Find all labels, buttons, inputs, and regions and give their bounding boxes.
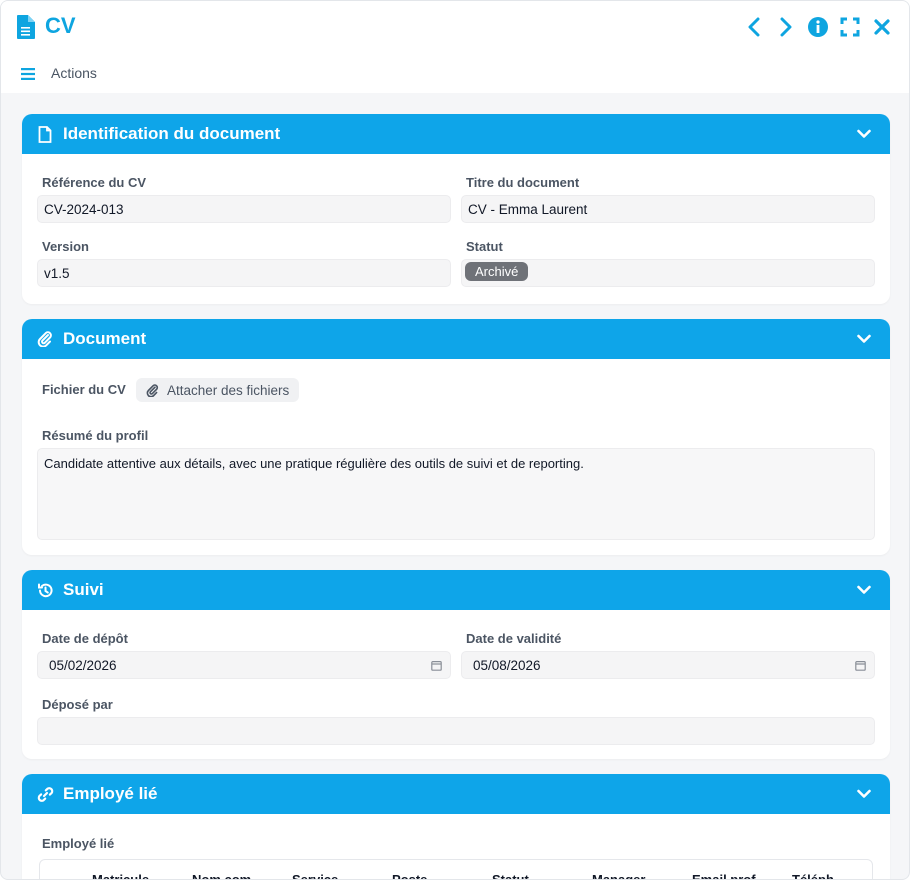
chevron-left-icon[interactable] xyxy=(743,16,765,38)
employee-field-label: Employé lié xyxy=(42,836,115,851)
chevron-down-icon[interactable] xyxy=(857,583,871,597)
version-value: v1.5 xyxy=(44,266,70,281)
document-panel: Document Fichier du CV Attacher des fich… xyxy=(22,319,890,555)
attach-files-label: Attacher des fichiers xyxy=(167,382,290,398)
window-controls xyxy=(743,16,893,38)
calendar-icon[interactable] xyxy=(855,659,866,671)
actions-menu[interactable]: Actions xyxy=(21,65,97,81)
history-icon xyxy=(36,581,54,599)
file-label: Fichier du CV xyxy=(42,382,126,397)
cv-window: CV Actions Identification du document Ré… xyxy=(0,0,910,880)
version-label: Version xyxy=(42,239,89,254)
employee-table: Matricule Nom com Service Poste Statut M… xyxy=(39,859,873,879)
column-header[interactable]: Email prof xyxy=(692,872,756,879)
file-icon xyxy=(36,125,54,143)
document-icon xyxy=(16,14,36,40)
status-badge: Archivé xyxy=(465,262,529,281)
attach-files-button[interactable]: Attacher des fichiers xyxy=(136,378,300,402)
summary-value: Candidate attentive aux détails, avec un… xyxy=(44,456,584,471)
validity-date-value: 05/08/2026 xyxy=(473,658,541,673)
suivi-header[interactable]: Suivi xyxy=(22,570,890,610)
employee-title: Employé lié xyxy=(63,784,158,803)
summary-textarea[interactable]: Candidate attentive aux détails, avec un… xyxy=(37,448,875,540)
employee-header[interactable]: Employé lié xyxy=(22,774,890,814)
deposit-date-field[interactable]: 05/02/2026 xyxy=(37,651,451,679)
title-label: Titre du document xyxy=(466,175,580,190)
chevron-down-icon[interactable] xyxy=(857,127,871,141)
table-header: Matricule Nom com Service Poste Statut M… xyxy=(40,872,872,879)
chevron-right-icon[interactable] xyxy=(775,16,797,38)
column-header[interactable]: Service xyxy=(292,872,338,879)
suivi-panel: Suivi Date de dépôt 05/02/2026 Date de v… xyxy=(22,570,890,759)
identification-panel: Identification du document Référence du … xyxy=(22,114,890,304)
hamburger-menu-icon[interactable] xyxy=(21,67,35,80)
column-header[interactable]: Poste xyxy=(392,872,427,879)
column-header[interactable]: Téléph xyxy=(792,872,834,879)
identification-header[interactable]: Identification du document xyxy=(22,114,890,154)
deposited-by-label: Déposé par xyxy=(42,697,113,712)
column-header[interactable]: Manager xyxy=(592,872,645,879)
status-field[interactable]: Archivé xyxy=(461,259,875,287)
info-icon[interactable] xyxy=(807,16,829,38)
title-bar: CV Actions xyxy=(1,1,909,93)
reference-field[interactable]: CV-2024-013 xyxy=(37,195,451,223)
summary-label: Résumé du profil xyxy=(42,428,149,443)
column-header[interactable]: Matricule xyxy=(92,872,149,879)
paperclip-icon xyxy=(146,383,159,397)
deposit-date-label: Date de dépôt xyxy=(42,631,128,646)
calendar-icon[interactable] xyxy=(431,659,442,671)
deposit-date-value: 05/02/2026 xyxy=(49,658,117,673)
chevron-down-icon[interactable] xyxy=(857,332,871,346)
reference-value: CV-2024-013 xyxy=(44,202,124,217)
document-header[interactable]: Document xyxy=(22,319,890,359)
version-field[interactable]: v1.5 xyxy=(37,259,451,287)
fullscreen-icon[interactable] xyxy=(839,16,861,38)
employee-panel: Employé lié Employé lié Matricule Nom co… xyxy=(22,774,890,879)
validity-date-field[interactable]: 05/08/2026 xyxy=(461,651,875,679)
status-label: Statut xyxy=(466,239,503,254)
validity-date-label: Date de validité xyxy=(466,631,562,646)
identification-title: Identification du document xyxy=(63,124,281,143)
document-title: Document xyxy=(63,329,147,348)
close-icon[interactable] xyxy=(871,16,893,38)
document-title-field[interactable]: CV - Emma Laurent xyxy=(461,195,875,223)
actions-label[interactable]: Actions xyxy=(51,65,97,81)
column-header[interactable]: Nom com xyxy=(192,872,251,879)
reference-label: Référence du CV xyxy=(42,175,147,190)
deposited-by-field[interactable] xyxy=(37,717,875,745)
link-icon xyxy=(36,785,54,803)
column-header[interactable]: Statut xyxy=(492,872,529,879)
chevron-down-icon[interactable] xyxy=(857,787,871,801)
document-title-value: CV - Emma Laurent xyxy=(468,202,588,217)
paperclip-icon xyxy=(36,330,54,348)
suivi-title: Suivi xyxy=(63,580,104,599)
window-title: CV xyxy=(45,13,76,38)
